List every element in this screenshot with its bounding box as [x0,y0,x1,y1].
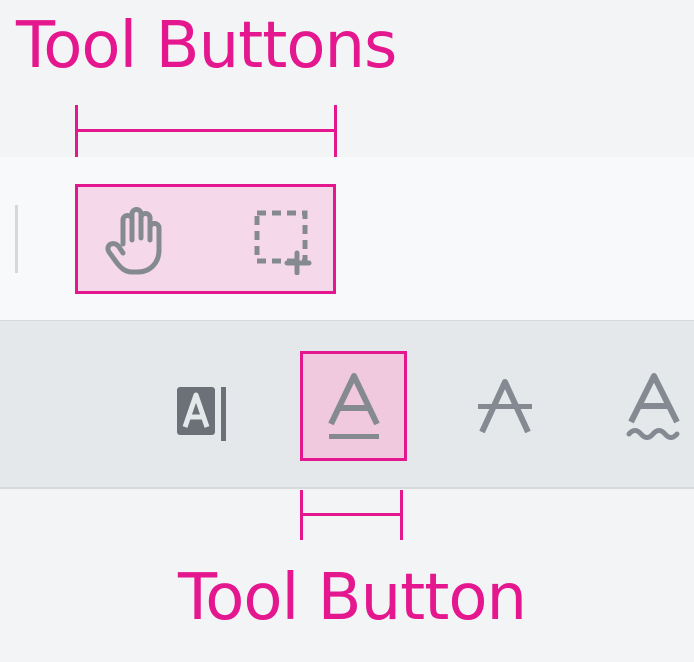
pan-tool-button[interactable] [95,200,175,280]
text-squiggly-tool-button[interactable] [614,362,694,450]
text-underline-tool-button[interactable] [310,362,397,450]
area-select-icon [254,210,312,275]
text-strikeout-icon [478,379,532,434]
text-field-tool-button[interactable] [165,370,235,450]
pan-hand-icon [105,207,162,275]
text-squiggly-icon [626,373,680,440]
tool-buttons-annotation-label: Tool Buttons [16,9,397,83]
text-field-icon [177,387,226,441]
tool-button-annotation-label: Tool Button [178,561,527,635]
text-strikeout-tool-button[interactable] [465,362,545,450]
toolbar-divider [15,205,18,273]
text-underline-icon [327,373,380,439]
area-select-tool-button[interactable] [240,200,320,280]
